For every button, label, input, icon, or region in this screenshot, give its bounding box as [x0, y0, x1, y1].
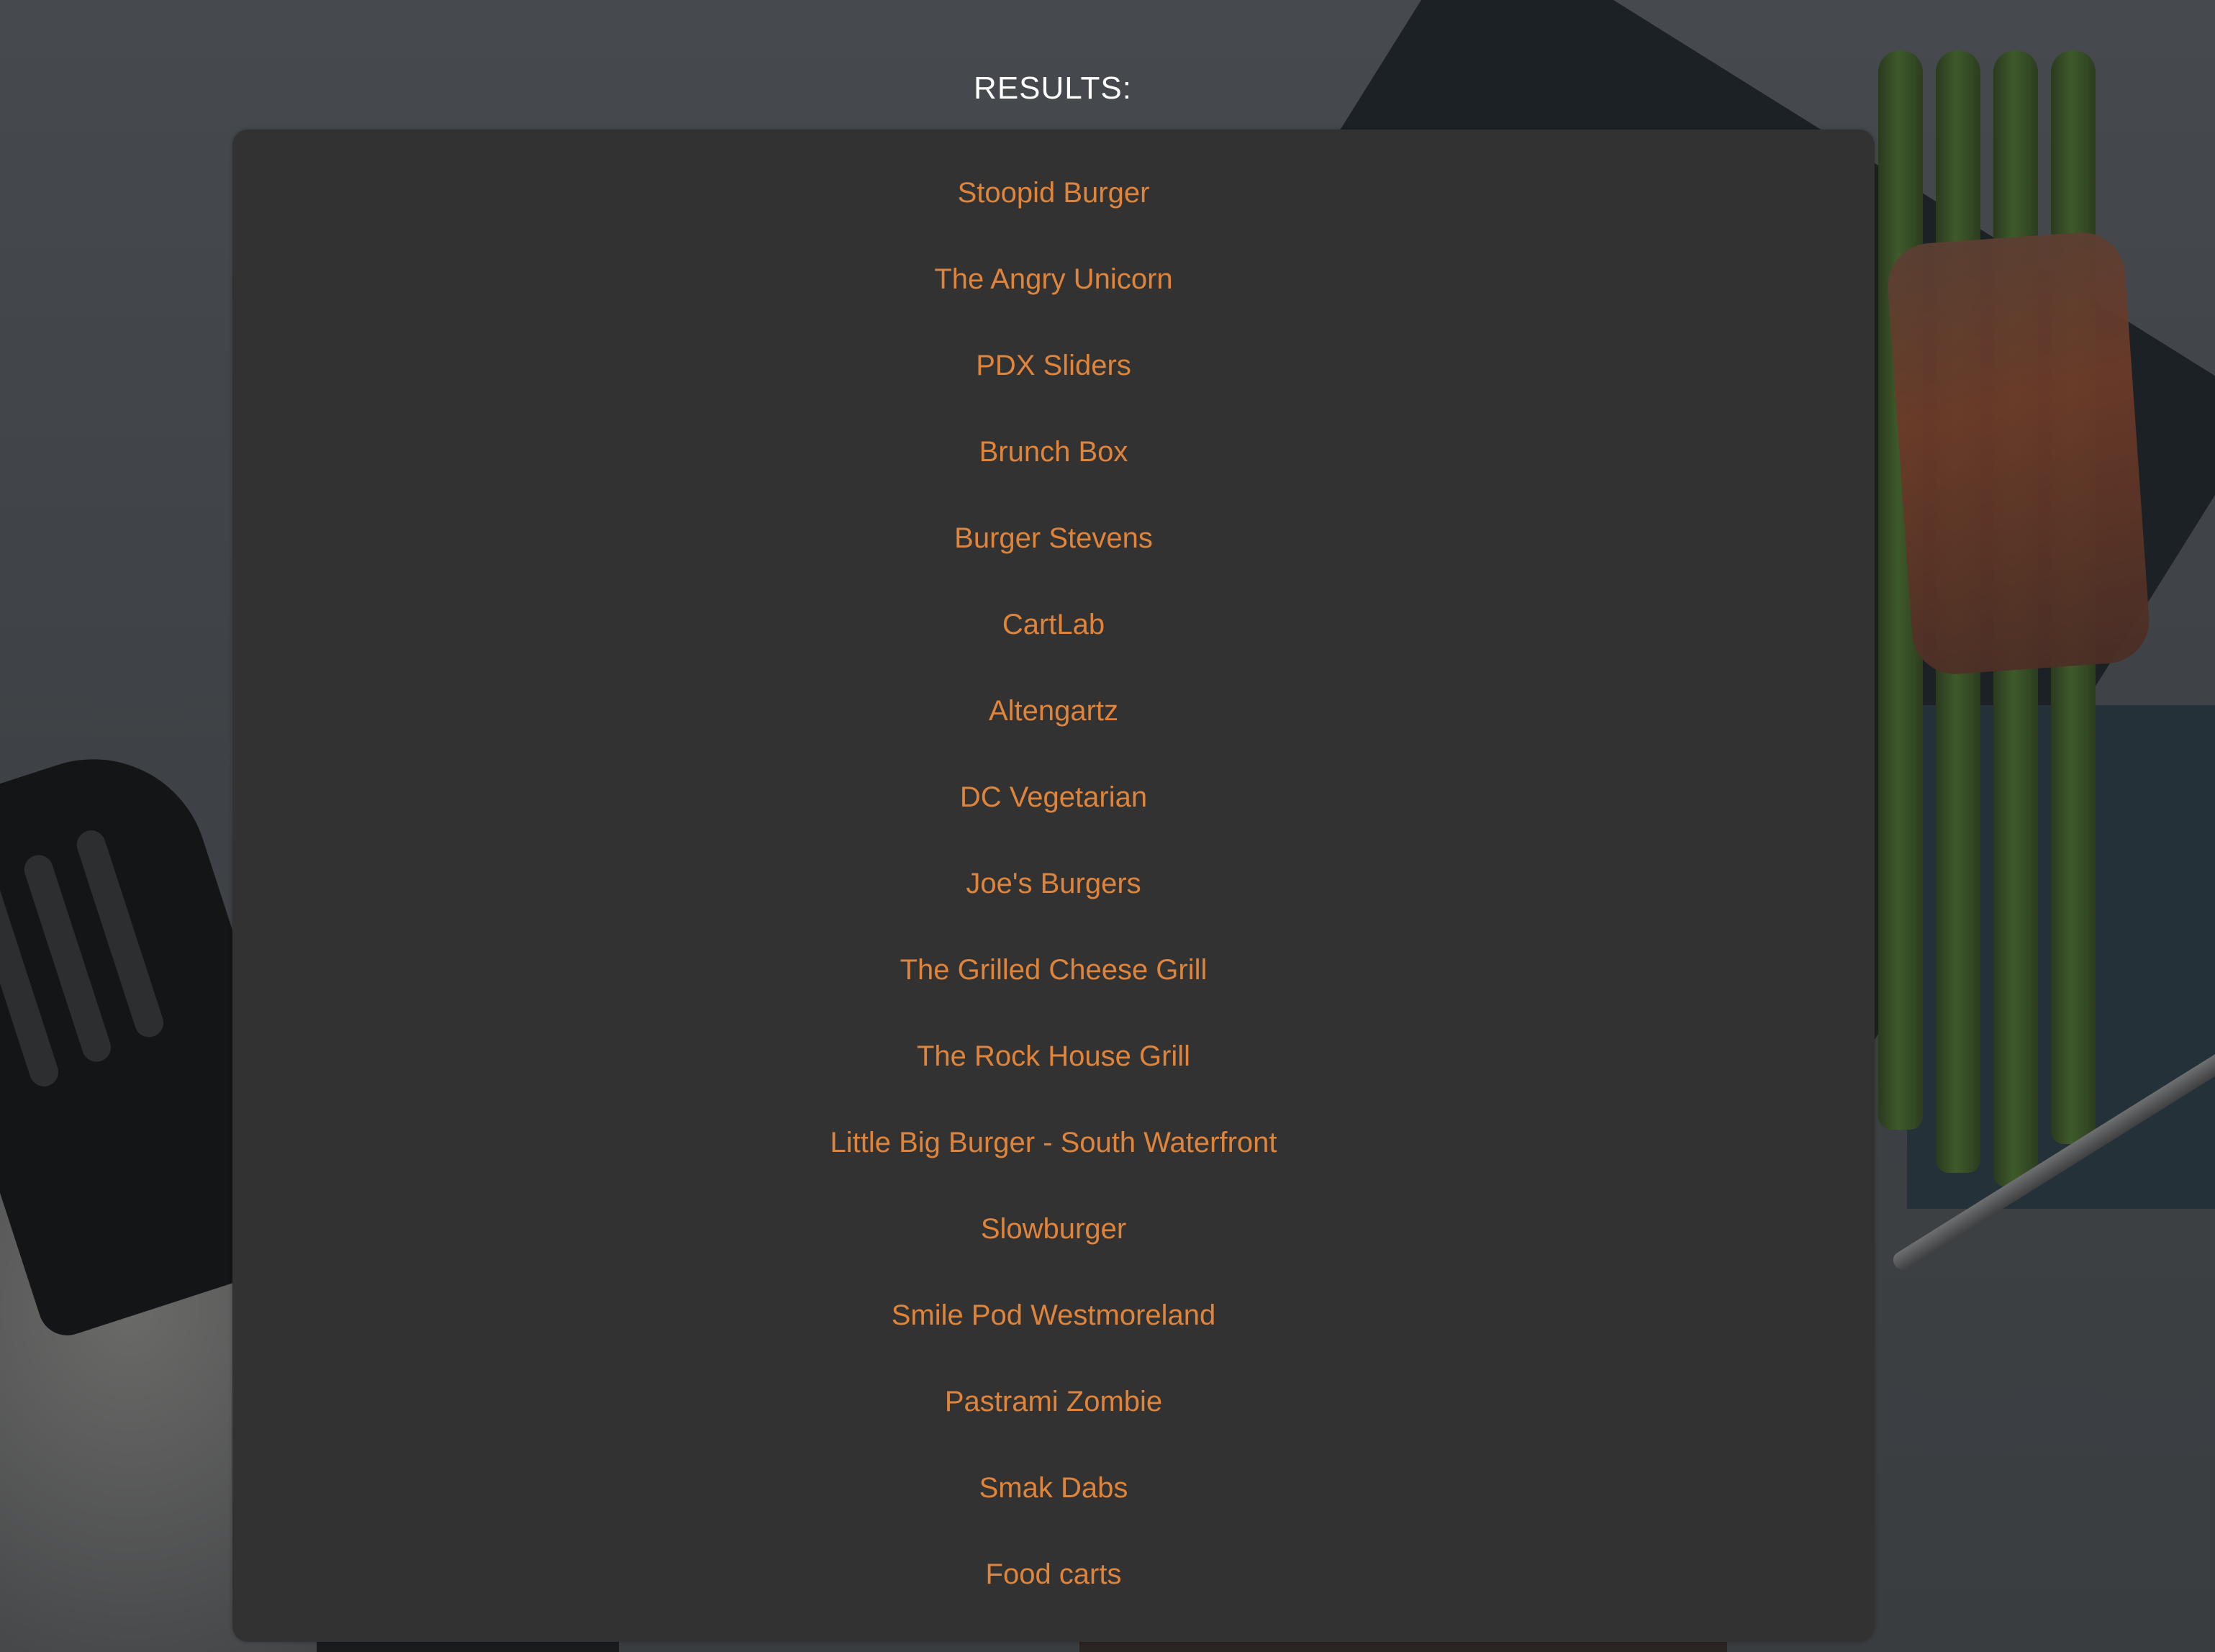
results-heading: RESULTS:	[974, 71, 1132, 106]
result-link[interactable]: Stoopid Burger	[958, 171, 1150, 214]
result-link[interactable]: Pastrami Zombie	[945, 1380, 1162, 1423]
list-item: CartLab	[232, 603, 1875, 689]
result-link[interactable]: Burger Stevens	[954, 517, 1153, 560]
result-link[interactable]: Brunch Box	[979, 430, 1128, 473]
result-link[interactable]: Food carts	[986, 1553, 1122, 1596]
result-link[interactable]: Slowburger	[981, 1207, 1126, 1251]
list-item: Joe's Burgers	[232, 862, 1875, 948]
list-item: Altengartz	[232, 689, 1875, 776]
list-item: Little Big Burger - South Waterfront	[232, 1121, 1875, 1207]
list-item: PDX Sliders	[232, 344, 1875, 430]
list-item: Burger Stevens	[232, 517, 1875, 603]
list-item: Slowburger	[232, 1207, 1875, 1294]
results-panel: Stoopid Burger The Angry Unicorn PDX Sli…	[232, 130, 1875, 1642]
list-item: DC Vegetarian	[232, 776, 1875, 862]
list-item: The Angry Unicorn	[232, 258, 1875, 344]
result-link[interactable]: The Grilled Cheese Grill	[900, 948, 1208, 991]
list-item: The Grilled Cheese Grill	[232, 948, 1875, 1035]
result-link[interactable]: Joe's Burgers	[966, 862, 1141, 905]
result-link[interactable]: The Rock House Grill	[917, 1035, 1190, 1078]
result-link[interactable]: CartLab	[1002, 603, 1105, 646]
result-link[interactable]: PDX Sliders	[976, 344, 1131, 387]
list-item: Brunch Box	[232, 430, 1875, 517]
result-link[interactable]: Altengartz	[989, 689, 1118, 732]
background-prosciutto	[1885, 230, 2152, 677]
list-item: Food carts	[232, 1553, 1875, 1639]
list-item: Stoopid Burger	[232, 171, 1875, 258]
list-item: Smak Dabs	[232, 1466, 1875, 1553]
result-link[interactable]: Smak Dabs	[979, 1466, 1128, 1510]
result-link[interactable]: The Angry Unicorn	[934, 258, 1172, 301]
result-link[interactable]: Smile Pod Westmoreland	[892, 1294, 1216, 1337]
result-link[interactable]: DC Vegetarian	[960, 776, 1147, 819]
results-list: Stoopid Burger The Angry Unicorn PDX Sli…	[232, 171, 1875, 1639]
list-item: Pastrami Zombie	[232, 1380, 1875, 1466]
result-link[interactable]: Little Big Burger - South Waterfront	[830, 1121, 1277, 1164]
list-item: The Rock House Grill	[232, 1035, 1875, 1121]
list-item: Smile Pod Westmoreland	[232, 1294, 1875, 1380]
